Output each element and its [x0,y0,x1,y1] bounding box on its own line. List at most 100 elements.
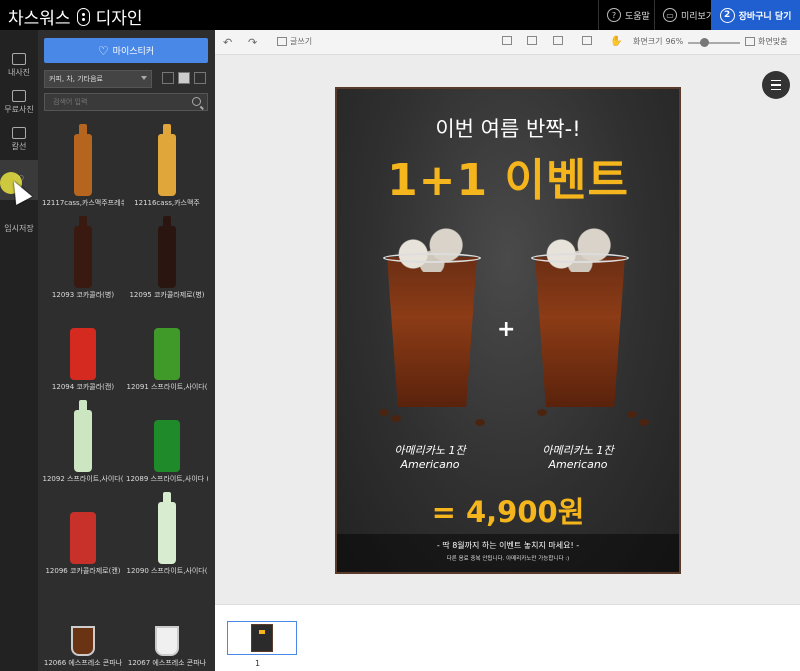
coffee-bean-icon [379,409,389,416]
rail-label: 무료사진 [4,104,34,114]
fit-screen-button[interactable]: 화면맞춤 [745,36,787,47]
sticker-item[interactable]: 12095 코카콜라제로(병) [126,210,208,302]
sticker-item[interactable]: 12091 스프라이트,사이다( [126,302,208,394]
cup-image [155,626,179,656]
iced-coffee-left-image[interactable] [377,217,487,417]
page-thumbnail[interactable] [227,621,297,655]
sticker-item[interactable]: 12094 코카콜라(캔) [42,302,124,394]
cart-count-badge: 2 [719,7,735,23]
sticker-thumbnail [126,486,208,564]
left-rail: 내사진 무료사진 칼선 ♡ 임시저장 [0,30,38,671]
search-input[interactable]: 검색어 입력 [44,93,208,111]
grid-icon[interactable] [582,36,592,45]
doc-icon[interactable] [502,36,512,45]
bottle-image [158,492,176,564]
sticker-thumbnail [42,578,124,656]
rail-temp-save[interactable]: 임시저장 [0,200,38,240]
right-drink-name: 아메리카노 1잔 [542,444,614,457]
add-to-cart-button[interactable]: 2 장바구니 담기 [711,0,800,30]
sticker-label: 12096 코카콜라제로(캔) [45,567,121,575]
textbox-label: 글쓰기 [290,37,313,46]
bottle-image [158,124,176,196]
notice-band[interactable]: - 딱 8월까지 하는 이벤트 놓치지 마세요! - 다른 음료 중복 안됩니다… [337,534,679,572]
fit-label: 화면맞춤 [758,37,788,46]
sticker-item[interactable]: 12117cass,카스맥주프레쉬 [42,118,124,210]
bottle-image [74,124,92,196]
my-sticker-button[interactable]: ♡ 마이스티커 [44,38,208,63]
layers-menu-button[interactable] [762,71,790,99]
size-icon[interactable] [553,36,563,45]
sticker-label: 12091 스프라이트,사이다( [126,383,208,391]
brand-name: 차스워스 [8,9,71,29]
sticker-item[interactable]: 12093 코카콜라(병) [42,210,124,302]
top-bar: 차스워스 디자인 ? 도움말 ▭ 미리보기 2 장바구니 담기 [0,0,800,30]
app-logo[interactable]: 차스워스 디자인 [8,4,142,29]
notice-text: - 딱 8월까지 하는 이벤트 놓치지 마세요! - [436,541,580,550]
redo-icon[interactable]: ↷ [248,36,257,49]
sticker-item[interactable]: 12090 스프라이트,사이다( [126,486,208,578]
sticker-item[interactable]: 12089 스프라이트,사이다 ( [126,394,208,486]
sticker-item[interactable]: 12066 에스프레소 콘파나 [42,578,124,670]
can-image [70,328,96,380]
iced-coffee-right-image[interactable] [525,217,635,417]
sticker-thumbnail [42,302,124,380]
poster-subtitle[interactable]: 이번 여름 반짝-! [337,113,679,143]
my-sticker-label: 마이스티커 [112,47,155,57]
grid-view-button[interactable] [178,72,190,84]
search-placeholder: 검색어 입력 [53,98,88,106]
sticker-item[interactable]: 12092 스프라이트,사이다( [42,394,124,486]
detail-view-button[interactable] [194,72,206,84]
fit-icon [745,37,755,46]
sticker-label: 12095 코카콜라제로(병) [129,291,205,299]
rail-my-photos[interactable]: 내사진 [0,45,38,85]
sticker-label: 12116cass,카스맥주 [134,199,200,207]
sticker-thumbnail [42,210,124,288]
rail-free-photos[interactable]: 무료사진 [0,82,38,122]
bottle-image [74,216,92,288]
logo-mark-icon [76,7,90,26]
help-label: 도움말 [625,11,650,22]
zoom-slider-handle[interactable] [700,38,709,47]
monitor-icon[interactable] [527,36,537,45]
sticker-label: 12092 스프라이트,사이다( [42,475,124,483]
sticker-label: 12093 코카콜라(병) [51,291,115,299]
poster-title[interactable]: 1+1 이벤트 [337,144,679,208]
cart-label: 장바구니 담기 [738,11,792,22]
page-strip [215,604,800,671]
sticker-item[interactable]: 12116cass,카스맥주 [126,118,208,210]
question-icon: ? [607,8,621,22]
hand-icon[interactable]: ✋ [610,36,622,47]
free-photo-icon [12,89,26,102]
poster-price[interactable]: = 4,900원 [337,489,679,531]
brand-suffix: 디자인 [95,9,143,29]
rail-cutline[interactable]: 칼선 [0,119,38,159]
poster-artboard[interactable]: 이번 여름 반짝-! 1+1 이벤트 + 아메리카노 1잔 Americano … [335,87,681,574]
page-number: 1 [255,659,261,668]
sticker-item[interactable]: 12067 에스프레소 콘파나 [126,578,208,670]
page-thumbnail-preview [251,624,273,652]
left-drink-label[interactable]: 아메리카노 1잔 Americano [355,444,505,472]
category-value: 커피, 차, 기타음료 [49,75,103,83]
sticker-thumbnail [126,302,208,380]
sticker-label: 12117cass,카스맥주프레쉬 [42,199,124,207]
plus-sign: + [497,317,516,342]
help-button[interactable]: ? 도움말 [598,0,658,30]
can-image [70,512,96,564]
fineprint-text: 다른 음료 중복 안됩니다. 아메리카노만 가능합니다 :) [446,556,570,562]
textbox-button[interactable]: 글쓰기 [277,36,312,47]
coffee-bean-icon [391,415,401,422]
rail-label: 칼선 [11,141,27,151]
right-drink-label[interactable]: 아메리카노 1잔 Americano [503,444,653,472]
undo-icon[interactable]: ↶ [223,36,232,49]
zoom-slider[interactable] [688,42,740,44]
sticker-item[interactable]: 12096 코카콜라제로(캔) [42,486,124,578]
category-select[interactable]: 커피, 차, 기타음료 [44,70,152,88]
coffee-bean-icon [537,409,547,416]
zoom-label: 화면크기 96% [633,36,683,47]
sticker-thumbnail [126,578,208,656]
search-icon[interactable] [192,97,201,106]
cutline-icon [12,126,26,139]
left-drink-en: Americano [400,458,460,471]
list-view-button[interactable] [162,72,174,84]
left-drink-name: 아메리카노 1잔 [394,444,466,457]
